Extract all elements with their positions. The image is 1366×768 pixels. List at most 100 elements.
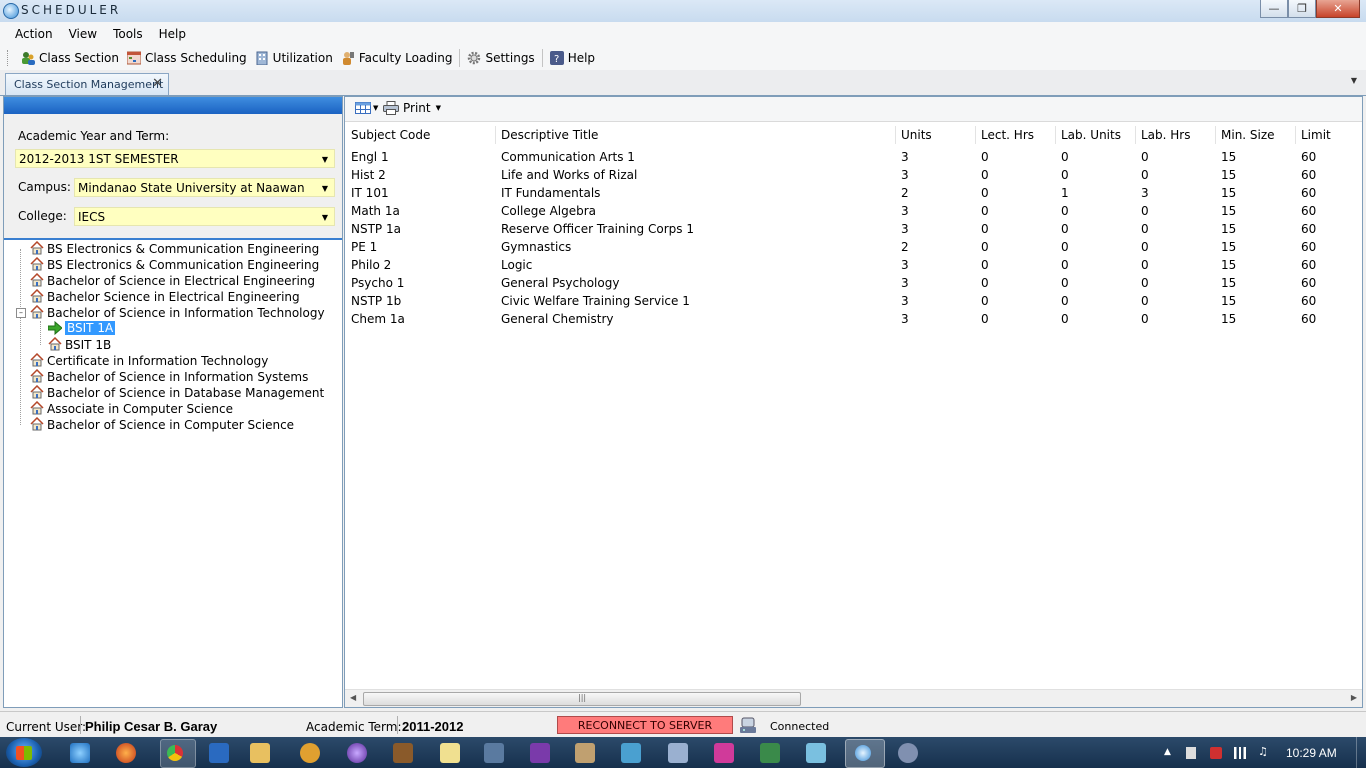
scroll-right-arrow-icon[interactable]: ▶ [1351, 693, 1357, 702]
security-icon[interactable] [1210, 747, 1222, 759]
menu-action[interactable]: Action [7, 27, 61, 41]
download-icon[interactable] [806, 743, 826, 763]
term-select[interactable]: 2012-2013 1ST SEMESTER ▼ [15, 149, 335, 168]
cell-units: 3 [901, 294, 909, 308]
chevron-down-icon: ▼ [321, 155, 328, 164]
start-button[interactable] [6, 738, 42, 767]
table-row[interactable]: Psycho 1 General Psychology 3 0 0 0 15 60 [345, 274, 1362, 292]
column-header-units[interactable]: Units [901, 128, 932, 142]
column-header-descriptive-title[interactable]: Descriptive Title [501, 128, 598, 142]
print-button[interactable]: Print ▼ [383, 101, 441, 115]
cell-lect-hrs: 0 [981, 222, 989, 236]
eclipse-icon[interactable] [347, 743, 367, 763]
menu-tools[interactable]: Tools [105, 27, 151, 41]
house-icon [30, 305, 44, 319]
column-header-min-size[interactable]: Min. Size [1221, 128, 1275, 142]
file-explorer-icon[interactable] [250, 743, 270, 763]
tree-guide-line [20, 249, 21, 425]
cell-subject-code: Chem 1a [351, 312, 405, 326]
network-app-icon[interactable] [898, 743, 918, 763]
monitor-icon[interactable] [760, 743, 780, 763]
column-divider[interactable] [495, 126, 496, 144]
toolbar-separator [459, 49, 461, 67]
cell-lab-units: 0 [1061, 240, 1069, 254]
cell-units: 3 [901, 312, 909, 326]
college-select[interactable]: IECS ▼ [74, 207, 335, 226]
show-desktop-button[interactable] [1356, 737, 1366, 768]
column-header-lab-hrs[interactable]: Lab. Hrs [1141, 128, 1191, 142]
table-row[interactable]: Chem 1a General Chemistry 3 0 0 0 15 60 [345, 310, 1362, 328]
cell-lect-hrs: 0 [981, 312, 989, 326]
utilization-button[interactable]: Utilization [251, 47, 337, 69]
grip-icon: ||| [578, 693, 587, 702]
table-row[interactable]: NSTP 1a Reserve Officer Training Corps 1 3… [345, 220, 1362, 238]
volume-icon[interactable]: ♫ [1258, 745, 1270, 758]
show-hidden-icons-icon[interactable]: ▲ [1164, 747, 1176, 759]
app-window-icon[interactable] [393, 743, 413, 763]
menu-help[interactable]: Help [151, 27, 194, 41]
column-divider[interactable] [1215, 126, 1216, 144]
settings-button[interactable]: Settings [463, 47, 538, 69]
tools-icon[interactable] [575, 743, 595, 763]
help-button[interactable]: ? Help [546, 47, 599, 69]
close-tab-icon[interactable]: ✕ [152, 76, 163, 91]
column-divider[interactable] [1135, 126, 1136, 144]
tab-list-dropdown-icon[interactable]: ▼ [1351, 76, 1357, 85]
column-header-subject-code[interactable]: Subject Code [351, 128, 430, 142]
minimize-button[interactable]: — [1260, 0, 1288, 18]
column-header-lab-units[interactable]: Lab. Units [1061, 128, 1121, 142]
column-divider[interactable] [1295, 126, 1296, 144]
notepad-icon[interactable] [440, 743, 460, 763]
firefox-icon[interactable] [116, 743, 136, 763]
maximize-button[interactable]: ❐ [1288, 0, 1316, 18]
table-row[interactable]: Philo 2 Logic 3 0 0 0 15 60 [345, 256, 1362, 274]
table-row[interactable]: Math 1a College Algebra 3 0 0 0 15 60 [345, 202, 1362, 220]
cell-lab-hrs: 0 [1141, 258, 1149, 272]
column-header-lect-hrs[interactable]: Lect. Hrs [981, 128, 1034, 142]
column-divider[interactable] [975, 126, 976, 144]
column-divider[interactable] [895, 126, 896, 144]
wifi-signal-icon[interactable] [1234, 747, 1246, 759]
visual-studio-icon[interactable] [530, 743, 550, 763]
scrollbar-thumb[interactable]: ||| [363, 692, 801, 706]
windows-logo-icon [16, 746, 32, 760]
image-viewer-icon[interactable] [668, 743, 688, 763]
table-row[interactable]: IT 101 IT Fundamentals 2 0 1 3 15 60 [345, 184, 1362, 202]
tab-class-section-management[interactable]: Class Section Management ✕ [5, 73, 169, 95]
cell-descriptive-title: Life and Works of Rizal [501, 168, 638, 182]
toolbar-grip[interactable] [7, 50, 11, 66]
horizontal-scrollbar[interactable]: ◀ ||| ▶ [345, 689, 1362, 707]
pen-icon[interactable] [621, 743, 641, 763]
table-row[interactable]: Hist 2 Life and Works of Rizal 3 0 0 0 15 60 [345, 166, 1362, 184]
class-scheduling-button[interactable]: Class Scheduling [123, 47, 251, 69]
column-divider[interactable] [1055, 126, 1056, 144]
close-window-button[interactable]: ✕ [1316, 0, 1360, 18]
faculty-loading-button[interactable]: Faculty Loading [337, 47, 457, 69]
table-row[interactable]: Engl 1 Communication Arts 1 3 0 0 0 15 60 [345, 148, 1362, 166]
campus-select[interactable]: Mindanao State University at Naawan ▼ [74, 178, 335, 197]
remote-desktop-icon[interactable] [209, 743, 229, 763]
house-icon [30, 401, 44, 415]
column-chooser-button[interactable]: ▼ [355, 102, 378, 114]
media-player-icon[interactable] [300, 743, 320, 763]
action-center-flag-icon[interactable] [1186, 747, 1196, 759]
link-icon[interactable] [484, 743, 504, 763]
printer-icon [383, 101, 399, 115]
collapse-toggle[interactable]: – [16, 308, 26, 318]
menu-view[interactable]: View [61, 27, 105, 41]
table-row[interactable]: PE 1 Gymnastics 2 0 0 0 15 60 [345, 238, 1362, 256]
arrow-right-icon [48, 321, 62, 335]
status-divider [397, 716, 398, 734]
class-section-button[interactable]: Class Section [17, 47, 123, 69]
reconnect-to-server-button[interactable]: RECONNECT TO SERVER [557, 716, 733, 734]
internet-explorer-icon[interactable] [70, 743, 90, 763]
paint-icon[interactable] [714, 743, 734, 763]
taskbar-clock[interactable]: 10:29 AM [1286, 746, 1337, 760]
cell-subject-code: Psycho 1 [351, 276, 405, 290]
table-row[interactable]: NSTP 1b Civic Welfare Training Service 1 3… [345, 292, 1362, 310]
cell-lab-hrs: 0 [1141, 168, 1149, 182]
cell-min-size: 15 [1221, 150, 1237, 164]
scroll-left-arrow-icon[interactable]: ◀ [350, 693, 356, 702]
column-header-limit[interactable]: Limit [1301, 128, 1331, 142]
status-divider [80, 716, 81, 734]
